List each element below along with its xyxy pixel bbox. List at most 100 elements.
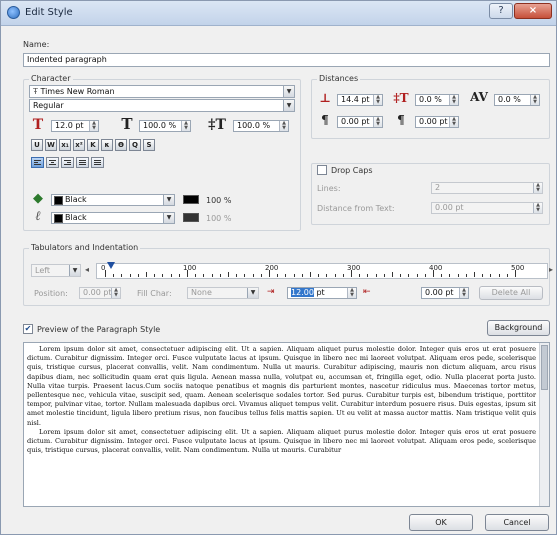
align-left-button[interactable] — [31, 157, 44, 168]
shadow-button[interactable]: S — [143, 139, 155, 151]
font-family-select[interactable]: Ŧ Times New Roman ▼ — [29, 85, 295, 98]
ruler-tick — [244, 274, 246, 277]
font-size-spinner[interactable]: ▲ ▼ — [89, 121, 98, 131]
drop-caps-checkbox[interactable] — [317, 165, 327, 175]
drop-caps-lines-label: Lines: — [317, 184, 341, 193]
ruler-tick — [375, 274, 377, 277]
delete-all-button[interactable]: Delete All — [479, 286, 543, 300]
line-spacing-spinner[interactable]: ▲ ▼ — [373, 95, 382, 105]
drop-caps-distance-input[interactable]: 0.00 pt ▲ ▼ — [431, 202, 543, 214]
underline-words-button[interactable]: W — [45, 139, 57, 151]
help-button[interactable]: ? — [489, 3, 513, 19]
scale-width-input[interactable]: 100.0 % ▲ ▼ — [139, 120, 191, 132]
baseline-offset-spinner[interactable]: ▲ ▼ — [449, 95, 458, 105]
chevron-down-icon: ▼ — [247, 288, 258, 298]
first-indent-marker-icon[interactable] — [107, 262, 115, 269]
fill-shade-icon — [183, 195, 199, 204]
left-indent-input[interactable]: 12.00 pt ▲ ▼ — [287, 287, 357, 299]
distances-group — [311, 79, 550, 139]
fill-color-swatch — [54, 196, 63, 205]
ok-button[interactable]: OK — [409, 514, 473, 531]
ruler-tick — [474, 272, 475, 277]
space-after-input[interactable]: 0.00 pt ▲ ▼ — [415, 116, 459, 128]
left-indent-value: 12.00 — [291, 288, 314, 297]
chevron-down-icon: ▼ — [163, 213, 174, 223]
ruler-tick — [228, 272, 229, 277]
right-indent-spinner[interactable]: ▲ ▼ — [459, 288, 468, 298]
strikethrough-button[interactable]: Ө — [115, 139, 127, 151]
underline-button[interactable]: U — [31, 139, 43, 151]
ruler-tick — [392, 272, 393, 277]
drop-caps-distance-spinner[interactable]: ▲ ▼ — [533, 203, 542, 213]
preview-checkbox[interactable]: ✔ — [23, 324, 33, 334]
cancel-button[interactable]: Cancel — [485, 514, 549, 531]
ruler-tick — [236, 274, 238, 277]
all-caps-button[interactable]: K — [87, 139, 99, 151]
align-forced-button[interactable] — [91, 157, 104, 168]
ruler-label: 200 — [265, 264, 279, 272]
ruler-tick — [162, 274, 164, 277]
tracking-input[interactable]: 0.0 % ▲ ▼ — [494, 94, 540, 106]
title-bar[interactable]: Edit Style ? × — [1, 1, 556, 26]
preview-label: Preview of the Paragraph Style — [37, 325, 161, 334]
fill-color-select[interactable]: Black ▼ — [51, 194, 175, 206]
stroke-color-select[interactable]: Black ▼ — [51, 212, 175, 224]
window-title: Edit Style — [25, 7, 73, 18]
font-style-select[interactable]: Regular ▼ — [29, 99, 295, 112]
background-button[interactable]: Background — [487, 320, 550, 336]
ruler-tick — [498, 274, 500, 277]
chevron-down-icon: ▼ — [283, 100, 294, 111]
left-indent-spinner[interactable]: ▲ ▼ — [347, 288, 356, 298]
preview-paragraph-2: Lorem ipsum dolor sit amet, consectetuer… — [27, 427, 536, 455]
scale-height-value: 100.0 % — [237, 121, 271, 130]
scale-height-spinner[interactable]: ▲ ▼ — [279, 121, 288, 131]
right-indent-input[interactable]: 0.00 pt ▲ ▼ — [421, 287, 469, 299]
ruler-tick — [342, 274, 344, 277]
drop-caps-distance-label: Distance from Text: — [317, 204, 395, 213]
align-center-button[interactable] — [46, 157, 59, 168]
baseline-offset-input[interactable]: 0.0 % ▲ ▼ — [415, 94, 459, 106]
ruler-tick — [277, 274, 279, 277]
preview-scrollbar-thumb[interactable] — [541, 345, 548, 390]
space-before-value: 0.00 pt — [341, 117, 370, 126]
fill-char-select[interactable]: None ▼ — [187, 287, 259, 299]
line-spacing-input[interactable]: 14.4 pt ▲ ▼ — [337, 94, 383, 106]
ruler-tick — [441, 274, 443, 277]
small-caps-button[interactable]: κ — [101, 139, 113, 151]
superscript-button[interactable]: x² — [73, 139, 85, 151]
drop-caps-lines-input[interactable]: 2 ▲ ▼ — [431, 182, 543, 194]
preview-scrollbar[interactable] — [539, 343, 549, 506]
scale-height-input[interactable]: 100.0 % ▲ ▼ — [233, 120, 289, 132]
tracking-icon: AV — [470, 90, 488, 104]
space-before-spinner[interactable]: ▲ ▼ — [373, 117, 382, 127]
ruler-tick — [449, 274, 451, 277]
tab-position-input[interactable]: 0.00 pt ▲ ▼ — [79, 287, 121, 299]
align-justify-button[interactable] — [76, 157, 89, 168]
space-after-spinner[interactable]: ▲ ▼ — [449, 117, 458, 127]
tab-position-value: 0.00 pt — [83, 288, 112, 297]
tab-alignment-select[interactable]: Left ▼ — [31, 264, 81, 277]
tracking-spinner[interactable]: ▲ ▼ — [530, 95, 539, 105]
scale-height-icon: ‡T — [208, 117, 226, 133]
tab-position-spinner[interactable]: ▲ ▼ — [111, 288, 120, 298]
font-size-input[interactable]: 12.0 pt ▲ ▼ — [51, 120, 99, 132]
ruler-tick — [211, 274, 213, 277]
tab-ruler[interactable]: 0 100 200 300 400 500 — [96, 262, 548, 279]
outline-button[interactable]: Q — [129, 139, 141, 151]
space-after-value: 0.00 pt — [419, 117, 448, 126]
scale-width-spinner[interactable]: ▲ ▼ — [181, 121, 190, 131]
close-button[interactable]: × — [514, 3, 552, 19]
right-indent-icon: ⇤ — [363, 287, 371, 297]
name-input[interactable]: Indented paragraph — [23, 53, 550, 67]
drop-caps-lines-spinner[interactable]: ▲ ▼ — [533, 183, 542, 193]
ruler-tick — [424, 274, 426, 277]
align-right-button[interactable] — [61, 157, 74, 168]
space-before-input[interactable]: 0.00 pt ▲ ▼ — [337, 116, 383, 128]
distances-group-title: Distances — [317, 74, 361, 83]
ruler-right-arrow-icon[interactable]: ▸ — [549, 265, 553, 274]
name-label: Name: — [23, 40, 50, 49]
subscript-button[interactable]: x₁ — [59, 139, 71, 151]
ruler-left-arrow-icon[interactable]: ◂ — [85, 265, 89, 274]
ruler-label: 400 — [429, 264, 443, 272]
line-spacing-icon: ⊥ — [319, 91, 331, 105]
